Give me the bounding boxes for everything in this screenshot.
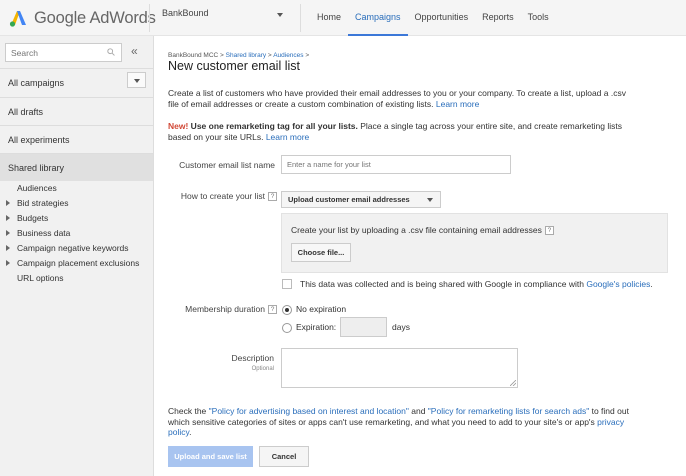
sidebar-item-all-experiments[interactable]: All experiments [0,125,153,153]
policy-text: . [189,427,192,437]
google-policies-link[interactable]: Google's policies [586,279,650,289]
intro-text-body: Create a list of customers who have prov… [168,88,626,109]
library-item-label: Business data [17,228,71,238]
sidebar-item-shared-library[interactable]: Shared library [0,153,153,181]
expand-arrow-icon[interactable] [6,200,10,206]
campaigns-dropdown-button[interactable] [127,72,146,88]
main-content: BankBound MCC > Shared library > Audienc… [168,36,678,476]
learn-more-link[interactable]: Learn more [266,132,309,142]
optional-label: Optional [251,366,274,372]
no-expiration-radio[interactable] [282,305,292,315]
consent-checkbox[interactable] [282,279,292,289]
breadcrumb-audiences[interactable]: Audiences [273,52,303,59]
divider [300,4,301,32]
policy-text: and [408,406,428,416]
expand-arrow-icon[interactable] [6,245,10,251]
expand-arrow-icon[interactable] [6,230,10,236]
library-item-budgets[interactable]: Budgets [0,211,153,226]
intro-text: Create a list of customers who have prov… [168,88,638,109]
library-item-label: Audiences [17,183,57,193]
upload-panel: Create your list by uploading a .csv fil… [281,213,668,273]
learn-more-link[interactable]: Learn more [436,99,479,109]
adwords-logo[interactable]: Google AdWords [8,6,156,30]
search-icon[interactable] [107,48,115,56]
remarketing-promo: New! Use one remarketing tag for all you… [168,121,638,142]
search-input[interactable] [6,44,102,61]
sidebar-search [5,43,122,62]
library-item-business-data[interactable]: Business data [0,226,153,241]
search-ads-policy-link[interactable]: "Policy for remarketing lists for search… [428,406,589,416]
shared-library-list: Audiences Bid strategies Budgets Busines… [0,181,153,286]
breadcrumb: BankBound MCC > Shared library > Audienc… [168,52,309,59]
method-label-row: How to create your list? [168,191,277,202]
nav-reports[interactable]: Reports [475,0,521,36]
logo-text: Google AdWords [34,8,156,27]
top-bar: Google AdWords BankBound Home Campaigns … [0,0,686,36]
list-name-label: Customer email list name [179,160,275,170]
list-method-select[interactable]: Upload customer email addresses [281,191,441,208]
consent-body: This data was collected and is being sha… [300,279,587,289]
expiration-days-input[interactable] [340,317,387,337]
breadcrumb-separator: > [218,52,226,59]
interest-policy-link[interactable]: "Policy for advertising based on interes… [209,406,409,416]
library-item-audiences[interactable]: Audiences [0,181,153,196]
nav-home[interactable]: Home [310,0,348,36]
upload-instructions: Create your list by uploading a .csv fil… [291,225,554,236]
library-item-label: Campaign negative keywords [17,243,129,253]
chevron-down-icon [427,198,433,202]
library-item-campaign-placement-exclusions[interactable]: Campaign placement exclusions [0,256,153,271]
divider [149,4,150,32]
days-label: days [392,322,410,332]
consent-text: This data was collected and is being sha… [300,279,653,289]
library-item-label: Campaign placement exclusions [17,258,140,268]
select-value: Upload customer email addresses [288,195,410,204]
library-item-bid-strategies[interactable]: Bid strategies [0,196,153,211]
consent-end: . [650,279,653,289]
adwords-logo-icon [9,11,26,27]
library-item-url-options[interactable]: URL options [0,271,153,286]
membership-label-row: Membership duration? [168,304,277,315]
membership-label: Membership duration [185,304,265,314]
collapse-sidebar-icon[interactable]: « [131,43,138,59]
library-item-label: URL options [17,273,64,283]
chevron-down-icon[interactable] [277,13,283,17]
upload-instructions-text: Create your list by uploading a .csv fil… [291,225,542,235]
cancel-button[interactable]: Cancel [259,446,309,467]
sidebar: « All campaigns All drafts All experimen… [0,36,154,476]
library-item-label: Budgets [17,213,49,223]
expiration-radio[interactable] [282,323,292,333]
help-icon[interactable]: ? [544,226,554,236]
description-label: Description [231,353,274,363]
no-expiration-label[interactable]: No expiration [296,304,346,314]
breadcrumb-separator: > [303,52,310,59]
promo-headline: Use one remarketing tag for all your lis… [188,121,358,131]
policy-text: Check the [168,406,209,416]
help-icon[interactable]: ? [268,305,277,315]
library-item-campaign-negative-keywords[interactable]: Campaign negative keywords [0,241,153,256]
account-selector[interactable]: BankBound [162,8,209,18]
library-item-label: Bid strategies [17,198,69,208]
choose-file-button[interactable]: Choose file... [291,243,351,262]
page-title: New customer email list [168,59,300,73]
main-nav: Home Campaigns Opportunities Reports Too… [310,0,556,36]
expiration-label[interactable]: Expiration: [296,322,336,332]
resize-handle-icon[interactable] [510,380,516,386]
breadcrumb-shared-library[interactable]: Shared library [226,52,266,59]
policy-note: Check the "Policy for advertising based … [168,406,638,438]
expand-arrow-icon[interactable] [6,215,10,221]
new-badge: New! [168,121,189,131]
help-icon[interactable]: ? [268,192,277,202]
nav-tools[interactable]: Tools [521,0,556,36]
list-name-input[interactable] [281,155,511,174]
sidebar-item-all-drafts[interactable]: All drafts [0,97,153,125]
nav-opportunities[interactable]: Opportunities [408,0,476,36]
expand-arrow-icon[interactable] [6,260,10,266]
method-label: How to create your list [180,191,265,201]
upload-and-save-button[interactable]: Upload and save list [168,446,253,467]
description-textarea[interactable] [281,348,518,388]
breadcrumb-root: BankBound MCC [168,52,219,59]
nav-campaigns[interactable]: Campaigns [348,0,408,36]
